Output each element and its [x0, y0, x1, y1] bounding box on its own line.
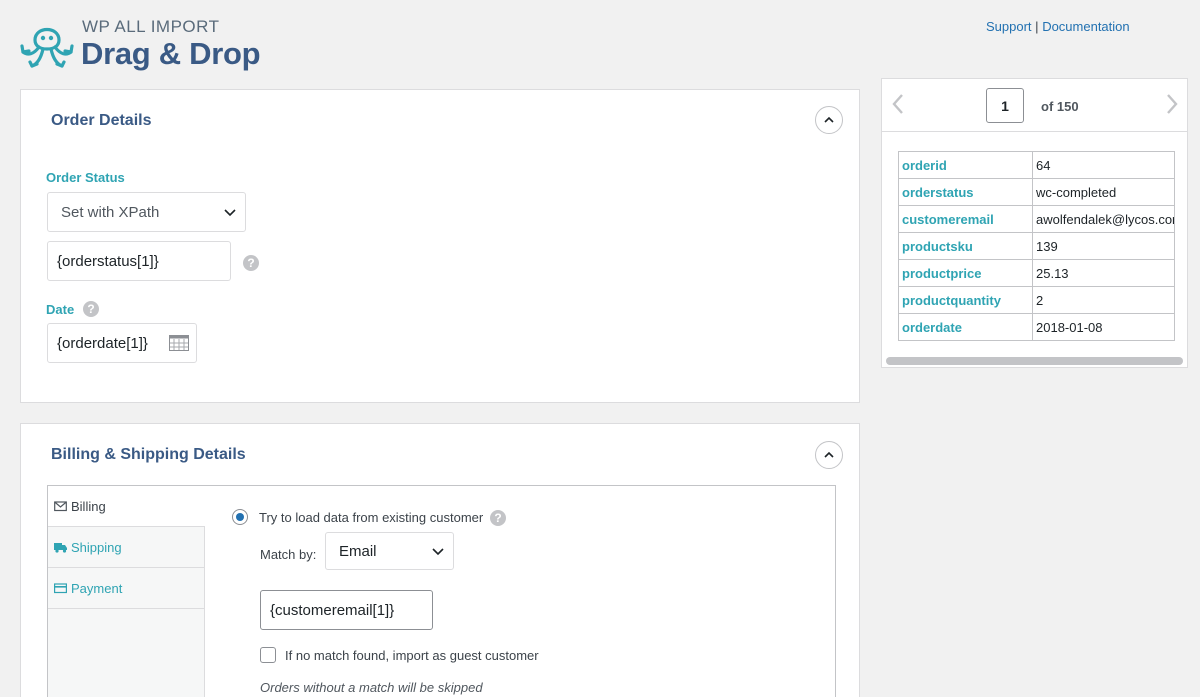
field-value: 2 — [1032, 286, 1175, 314]
table-row: productsku 139 — [898, 232, 1175, 260]
date-label: Date — [46, 302, 75, 317]
load-existing-customer-radio[interactable] — [232, 509, 248, 525]
field-value: 139 — [1032, 232, 1175, 260]
match-by-label: Match by: — [260, 547, 317, 562]
chevron-down-icon — [432, 548, 444, 556]
logo: WP ALL IMPORT Drag & Drop — [20, 14, 270, 74]
order-status-xpath-value: {orderstatus[1]} — [57, 252, 159, 270]
order-details-title: Order Details — [51, 112, 152, 129]
page-number-input[interactable]: 1 — [986, 88, 1024, 123]
table-row: productquantity 2 — [898, 286, 1175, 314]
billing-shipping-title: Billing & Shipping Details — [51, 446, 246, 463]
date-help-icon[interactable]: ? — [83, 301, 99, 317]
octopus-logo-icon — [20, 27, 74, 68]
order-details-panel: Order Details Order Status Set with XPat… — [20, 89, 860, 403]
record-data-table: orderid 64 orderstatus wc-completed custom… — [898, 151, 1175, 341]
chevron-up-icon — [824, 116, 834, 123]
logo-subtitle: WP ALL IMPORT — [82, 17, 220, 36]
field-key[interactable]: orderid — [898, 151, 1033, 179]
tab-shipping-label: Shipping — [71, 539, 122, 555]
field-value: 2018-01-08 — [1032, 313, 1175, 341]
table-row: orderid 64 — [898, 151, 1175, 179]
billing-tab-list: Billing Shipping Payment — [48, 486, 205, 697]
billing-shipping-panel: Billing & Shipping Details Billing Shipp… — [20, 423, 860, 697]
table-row: orderstatus wc-completed — [898, 178, 1175, 206]
logo-title: Drag & Drop — [81, 36, 261, 71]
order-status-xpath-input[interactable]: {orderstatus[1]} — [47, 241, 231, 281]
field-key[interactable]: productprice — [898, 259, 1033, 287]
field-key[interactable]: productquantity — [898, 286, 1033, 314]
order-details-collapse-button[interactable] — [815, 106, 843, 134]
tab-payment[interactable]: Payment — [48, 568, 204, 609]
skip-note: Orders without a match will be skipped — [260, 680, 483, 695]
chevron-left-icon[interactable] — [890, 92, 906, 116]
chevron-right-icon[interactable] — [1164, 92, 1180, 116]
order-status-help-icon[interactable]: ? — [243, 255, 259, 271]
table-row: orderdate 2018-01-08 — [898, 313, 1175, 341]
link-separator: | — [1035, 19, 1039, 34]
load-existing-customer-label: Try to load data from existing customer — [259, 510, 484, 525]
horizontal-scrollbar[interactable] — [886, 357, 1183, 365]
tab-shipping[interactable]: Shipping — [48, 527, 204, 568]
truck-icon — [54, 543, 67, 553]
preview-navigation: 1 of 150 — [882, 79, 1187, 132]
credit-card-icon — [54, 583, 67, 594]
customer-email-value: {customeremail[1]} — [270, 601, 395, 619]
field-key[interactable]: productsku — [898, 232, 1033, 260]
tab-billing-label: Billing — [71, 498, 106, 514]
support-link[interactable]: Support — [986, 19, 1032, 34]
field-value: wc-completed — [1032, 178, 1175, 206]
chevron-up-icon — [824, 451, 834, 458]
field-key[interactable]: orderstatus — [898, 178, 1033, 206]
order-status-select[interactable]: Set with XPath — [47, 192, 246, 232]
table-row: customeremail awolfendalek@lycos.com — [898, 205, 1175, 233]
field-key[interactable]: orderdate — [898, 313, 1033, 341]
field-value: 25.13 — [1032, 259, 1175, 287]
guest-customer-checkbox[interactable] — [260, 647, 276, 663]
billing-tabs-frame: Billing Shipping Payment Try to load dat… — [47, 485, 836, 697]
field-value: awolfendalek@lycos.com — [1032, 205, 1175, 233]
date-value: {orderdate[1]} — [57, 334, 148, 352]
tab-billing[interactable]: Billing — [48, 486, 205, 527]
field-value: 64 — [1032, 151, 1175, 179]
order-status-label: Order Status — [46, 170, 125, 185]
match-by-select-value: Email — [339, 542, 377, 560]
record-preview-panel: 1 of 150 orderid 64 orderstatus wc-complet… — [881, 78, 1188, 368]
date-input[interactable]: {orderdate[1]} — [47, 323, 197, 363]
table-row: productprice 25.13 — [898, 259, 1175, 287]
match-by-select[interactable]: Email — [325, 532, 454, 570]
load-existing-help-icon[interactable]: ? — [490, 510, 506, 526]
envelope-icon — [54, 501, 67, 512]
calendar-icon[interactable] — [169, 335, 189, 351]
documentation-link[interactable]: Documentation — [1042, 19, 1129, 34]
chevron-down-icon — [224, 209, 236, 217]
tab-payment-label: Payment — [71, 580, 123, 596]
billing-shipping-collapse-button[interactable] — [815, 441, 843, 469]
customer-email-input[interactable]: {customeremail[1]} — [260, 590, 433, 630]
guest-customer-label: If no match found, import as guest custo… — [285, 648, 539, 663]
field-key[interactable]: customeremail — [898, 205, 1033, 233]
page-total: of 150 — [1041, 99, 1079, 114]
order-status-select-value: Set with XPath — [61, 203, 160, 221]
top-links: Support | Documentation — [986, 19, 1130, 34]
